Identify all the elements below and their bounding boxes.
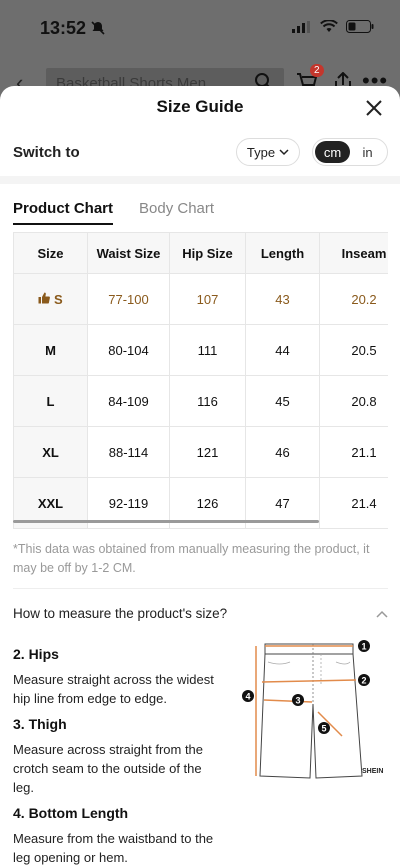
unit-option-in[interactable]: in [350,141,385,163]
diagram-marker: 5 [318,722,330,734]
sheet-title: Size Guide [156,97,244,116]
length-cell: 43 [245,273,320,325]
size-cell: M [13,324,88,376]
hip-cell: 107 [169,273,246,325]
chevron-up-icon [376,606,388,621]
header-hip-size: Hip Size [169,232,246,274]
inseam-cell: 20.2 [319,273,388,325]
table-horizontal-scrollbar[interactable] [13,520,319,523]
step-description: Measure from the waistband to the leg op… [13,831,214,865]
hip-cell: 116 [169,375,246,427]
step-title: 4. Bottom Length [13,805,129,821]
inseam-cell: 20.8 [319,375,388,427]
size-cell: S [13,273,88,325]
section-divider [0,176,400,184]
step-title: 3. Thigh [13,716,67,732]
brand-logo: SHEIN [362,768,383,775]
mute-bell-icon [90,20,106,41]
header-size: Size [13,232,88,274]
how-to-measure-toggle[interactable]: How to measure the product's size? [13,606,388,621]
battery-icon [346,20,374,38]
waist-cell: 77-100 [87,273,170,325]
tab-body-chart[interactable]: Body Chart [139,200,214,225]
wifi-icon [320,19,338,38]
svg-text:5: 5 [321,724,326,734]
shorts-measurement-diagram: 1 2 3 4 5 SHEIN [242,640,383,779]
svg-text:2: 2 [361,676,366,686]
step-title: 2. Hips [13,646,59,662]
type-label: Type [246,144,276,160]
header-length: Length [245,232,320,274]
size-guide-sheet: Size Guide Switch to Type cm in Product … [0,86,400,868]
divider [13,588,388,589]
length-cell: 45 [245,375,320,427]
cart-badge: 2 [310,64,324,77]
cellular-signal-icon [292,20,312,38]
length-cell: 44 [245,324,320,376]
how-to-measure-title: How to measure the product's size? [13,606,228,621]
svg-text:3: 3 [295,696,300,706]
measurement-note: *This data was obtained from manually me… [13,542,370,575]
close-icon [366,100,382,116]
switch-label: Switch to [13,144,80,161]
tab-product-chart[interactable]: Product Chart [13,200,114,225]
table-header-row: Size Waist Size Hip Size Length Inseam [13,232,388,274]
hip-cell: 121 [169,426,246,478]
table-row: S 77-100 107 43 20.2 [13,273,388,325]
size-table-container[interactable]: Size Waist Size Hip Size Length Inseam S… [13,232,388,529]
inseam-cell: 21.4 [319,477,388,529]
inseam-cell: 21.1 [319,426,388,478]
step-description: Measure across straight from the crotch … [13,742,204,795]
waist-cell: 84-109 [87,375,170,427]
diagram-marker: 2 [358,674,370,686]
hip-cell: 111 [169,324,246,376]
table-row: XL 88-114 121 46 21.1 [13,426,388,478]
header-waist-size: Waist Size [87,232,170,274]
length-cell: 46 [245,426,320,478]
svg-text:4: 4 [245,692,250,702]
chart-tabs: Product Chart Body Chart [13,200,214,225]
unit-option-cm[interactable]: cm [315,141,350,163]
inseam-cell: 20.5 [319,324,388,376]
status-bar: 13:52 [0,0,400,58]
close-button[interactable] [362,96,386,120]
waist-cell: 80-104 [87,324,170,376]
table-row: L 84-109 116 45 20.8 [13,375,388,427]
type-dropdown[interactable]: Type [236,138,300,166]
measure-steps: 2. Hips Measure straight across the wide… [13,638,223,867]
size-cell: L [13,375,88,427]
waist-cell: 88-114 [87,426,170,478]
step-description: Measure straight across the widest hip l… [13,672,214,706]
header-inseam: Inseam [319,232,388,274]
diagram-marker: 1 [358,640,370,652]
size-table: Size Waist Size Hip Size Length Inseam S… [13,232,388,529]
diagram-marker: 4 [242,690,254,702]
table-row: M 80-104 111 44 20.5 [13,324,388,376]
sheet-header: Size Guide [0,86,400,130]
diagram-marker: 3 [292,694,304,706]
status-time: 13:52 [40,18,87,38]
chevron-down-icon [279,148,289,155]
svg-text:1: 1 [361,642,366,652]
size-cell: XL [13,426,88,478]
unit-toggle[interactable]: cm in [312,138,388,166]
thumbs-up-icon [38,292,54,307]
